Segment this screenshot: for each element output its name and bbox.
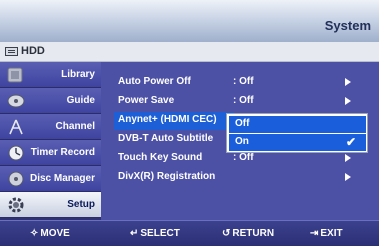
antenna-icon [5, 117, 27, 137]
disc-guide-icon [5, 91, 27, 111]
sidebar-item-label: Channel [55, 121, 95, 132]
sidebar-item-channel[interactable]: Channel [0, 114, 101, 140]
setting-row-power-save[interactable]: Power Save : Off [101, 93, 379, 111]
library-icon [5, 65, 27, 85]
setting-value: : Off [233, 152, 254, 163]
chevron-right-icon [345, 154, 351, 162]
sidebar-item-timer-record[interactable]: Timer Record [0, 140, 101, 166]
option-on[interactable]: On ✔ [229, 134, 366, 151]
dpad-icon: ✧ [30, 228, 39, 239]
page-title: System [324, 18, 371, 33]
sidebar-item-guide[interactable]: Guide [0, 88, 101, 114]
exit-icon: ⇥ [310, 228, 319, 239]
menu-header: System [0, 0, 379, 42]
setting-name: Auto Power Off [118, 76, 191, 87]
option-label: Off [235, 118, 250, 129]
source-bar: HDD [0, 42, 379, 62]
select-hint: ↵ SELECT [130, 228, 180, 239]
exit-label: EXIT [320, 228, 343, 239]
chevron-right-icon [345, 78, 351, 86]
setting-value: : Off [233, 76, 254, 87]
sidebar-item-setup[interactable]: Setup [0, 192, 101, 218]
enter-icon: ↵ [130, 228, 139, 239]
sidebar-item-label: Library [61, 69, 95, 80]
sidebar-item-label: Timer Record [30, 147, 95, 158]
setting-name: DivX(R) Registration [118, 171, 216, 182]
hdd-icon [5, 47, 18, 56]
move-label: MOVE [40, 228, 70, 239]
system-menu-screen: System HDD Library Guide Channel Timer R… [0, 0, 379, 246]
clock-icon [5, 143, 27, 163]
return-label: RETURN [232, 228, 275, 239]
exit-hint: ⇥ EXIT [310, 228, 343, 239]
chevron-right-icon [345, 173, 351, 181]
select-label: SELECT [140, 228, 180, 239]
chevron-right-icon [345, 97, 351, 105]
key-guide-bar: ✧ MOVE ↵ SELECT ↺ RETURN ⇥ EXIT [0, 220, 379, 246]
setting-name: Power Save [118, 95, 175, 106]
option-off[interactable]: Off [229, 116, 366, 133]
setting-name: DVB-T Auto Subtitle [118, 133, 214, 144]
option-dropdown: Off On ✔ [226, 113, 368, 153]
sidebar-item-library[interactable]: Library [0, 62, 101, 88]
sidebar-item-label: Disc Manager [29, 173, 95, 184]
return-icon: ↺ [222, 228, 231, 239]
gear-icon [5, 195, 27, 215]
option-label: On [235, 136, 249, 147]
return-hint: ↺ RETURN [222, 228, 274, 239]
checkmark-icon: ✔ [345, 135, 356, 149]
source-label: HDD [21, 45, 45, 57]
setting-row-auto-power-off[interactable]: Auto Power Off : Off [101, 74, 379, 92]
sidebar-item-label: Setup [67, 199, 95, 210]
setting-name: Touch Key Sound [118, 152, 203, 163]
sidebar-item-disc-manager[interactable]: Disc Manager [0, 166, 101, 192]
setting-name: Anynet+ (HDMI CEC) [118, 114, 217, 125]
setting-value: : Off [233, 95, 254, 106]
sidebar-item-label: Guide [66, 95, 95, 106]
sidebar: Library Guide Channel Timer Record Disc … [0, 62, 101, 220]
move-hint: ✧ MOVE [30, 228, 70, 239]
disc-icon [5, 169, 27, 189]
setting-row-divx-registration[interactable]: DivX(R) Registration [101, 169, 379, 187]
